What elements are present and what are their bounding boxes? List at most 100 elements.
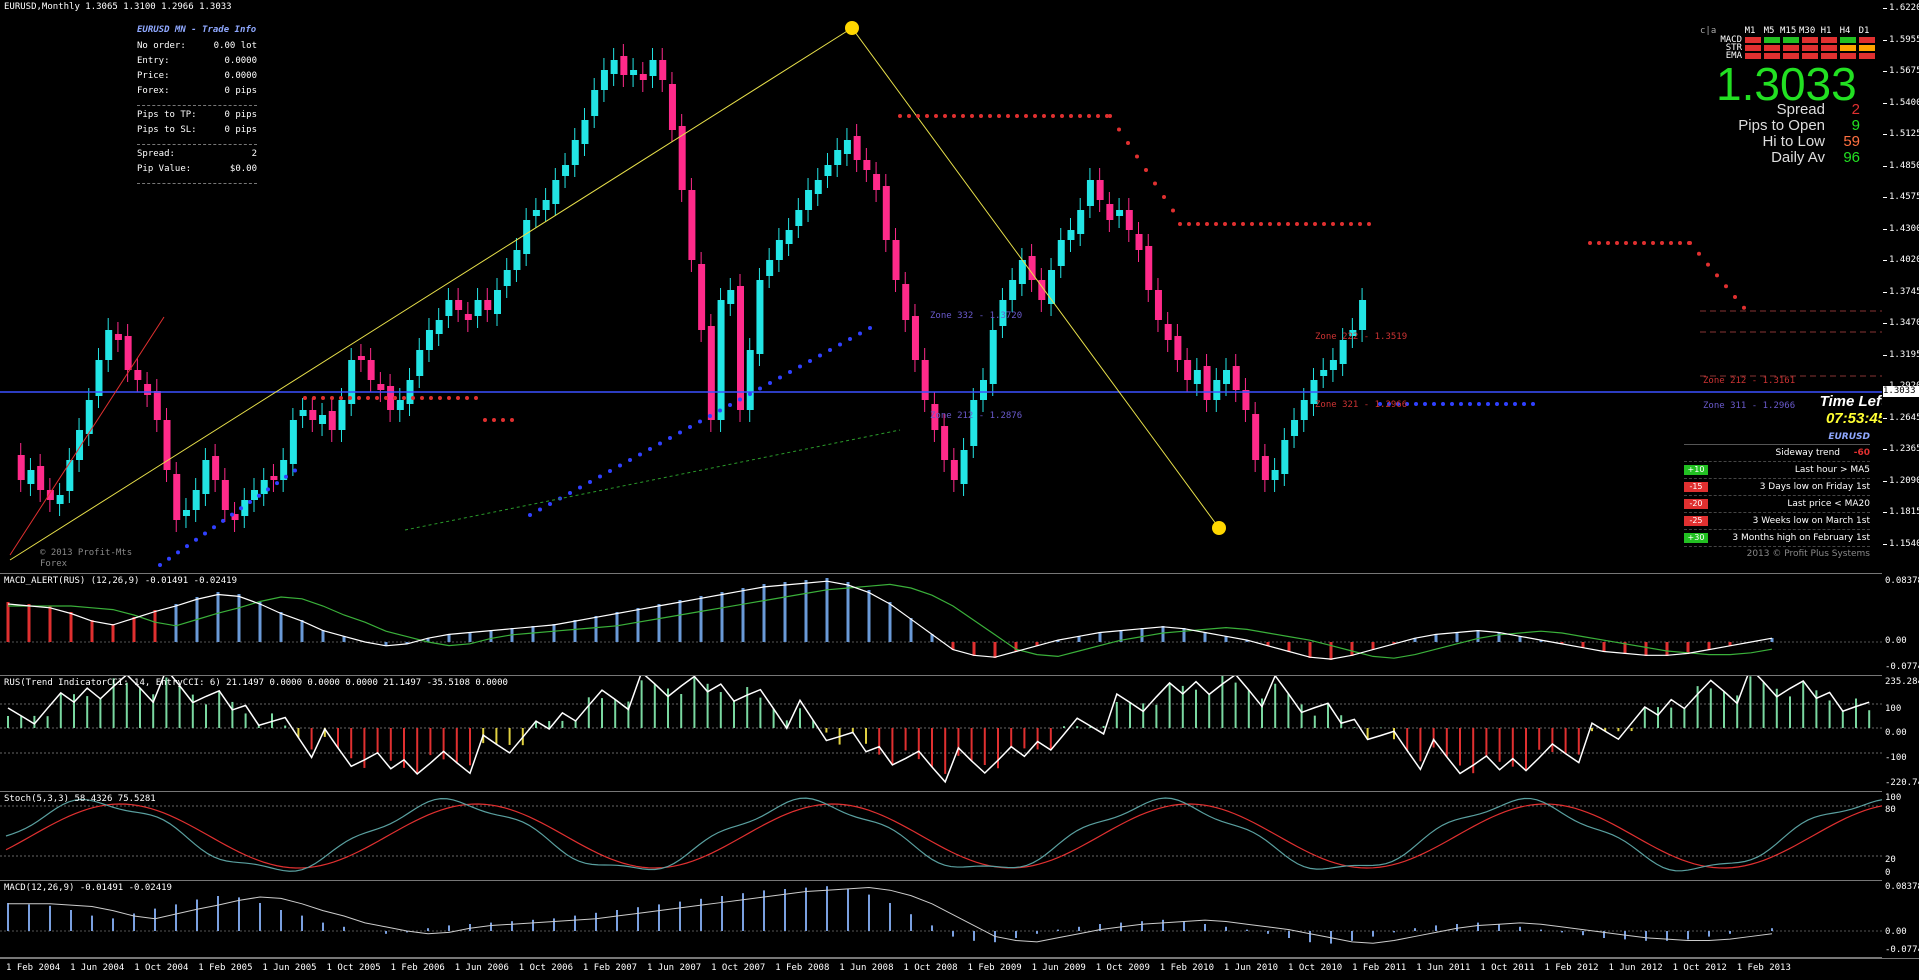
signal-row: -15 3 Days low on Friday 1st bbox=[1684, 479, 1870, 496]
macd-alert-pane[interactable]: MACD_ALERT(RUS) (12,26,9) -0.01491 -0.02… bbox=[0, 574, 1882, 676]
candle-body bbox=[435, 320, 443, 334]
stop-dot bbox=[1522, 402, 1526, 406]
stop-dot bbox=[668, 436, 672, 440]
stop-dot bbox=[1087, 114, 1091, 118]
scale-label: -100 bbox=[1885, 753, 1907, 763]
stat-label: Spread bbox=[1776, 101, 1825, 118]
stat-value: 2 bbox=[1851, 101, 1860, 118]
scale-label: 0.00 bbox=[1885, 927, 1907, 937]
main-price-scale[interactable]: 1.6220 1.5955 1.5675 1.5400 1.5125 1.4850 1.45… bbox=[1883, 0, 1919, 573]
candle-body bbox=[960, 450, 968, 484]
stop-dot bbox=[1742, 305, 1746, 310]
stop-dot bbox=[1015, 114, 1019, 118]
stop-dot bbox=[483, 418, 487, 422]
scale-tick bbox=[1883, 134, 1887, 135]
stop-dot bbox=[1304, 222, 1308, 226]
stat-label: Daily Av bbox=[1771, 149, 1825, 166]
stop-dot bbox=[1060, 114, 1064, 118]
trend-row: Sideway trend -60 bbox=[1684, 445, 1870, 462]
timeframe-signal-cell bbox=[1821, 37, 1837, 43]
candle-body bbox=[785, 230, 793, 244]
price-scale-label: 1.3195 bbox=[1889, 349, 1919, 360]
macd-alert-histogram bbox=[0, 578, 1882, 660]
stop-dot bbox=[339, 396, 343, 400]
candle-body bbox=[192, 490, 200, 510]
stop-dot bbox=[898, 114, 902, 118]
stop-dot bbox=[1295, 222, 1299, 226]
stop-dot bbox=[1441, 402, 1445, 406]
price-scale-label: 1.5955 bbox=[1889, 34, 1919, 45]
stop-dot bbox=[456, 396, 460, 400]
stop-dot bbox=[1250, 222, 1254, 226]
price-scale-label: 1.2645 bbox=[1889, 412, 1919, 423]
candle-body bbox=[911, 316, 919, 360]
candle-body bbox=[182, 510, 190, 516]
stop-dot bbox=[1277, 222, 1281, 226]
trade-info-row: Spread: 2 bbox=[137, 149, 257, 164]
candle-body bbox=[445, 300, 453, 316]
macd-pane[interactable]: MACD(12,26,9) -0.01491 -0.02419 bbox=[0, 881, 1882, 958]
stop-dot bbox=[952, 114, 956, 118]
candle-body bbox=[212, 456, 220, 480]
price-scale-label: 1.6220 bbox=[1889, 3, 1919, 13]
stop-dot bbox=[474, 396, 478, 400]
trend-cci-pane[interactable]: RUS(Trend IndicatorCCI: 14, EntryCCI: 6)… bbox=[0, 676, 1882, 792]
stop-dot bbox=[1331, 222, 1335, 226]
candle-body bbox=[1242, 390, 1250, 410]
scale-label: 0.00 bbox=[1885, 728, 1907, 738]
stop-dot bbox=[798, 364, 802, 369]
time-axis-label: 1 Feb 2007 bbox=[582, 963, 638, 973]
timeframe-signal-cell bbox=[1840, 45, 1856, 51]
main-chart-pane[interactable]: EURUSD,Monthly 1.3065 1.3100 1.2966 1.30… bbox=[0, 0, 1882, 574]
candle-body bbox=[1154, 290, 1162, 320]
stop-dot bbox=[239, 506, 243, 511]
candlestick-chart[interactable] bbox=[0, 0, 1882, 573]
stop-dot bbox=[1495, 402, 1499, 406]
stop-dot bbox=[1286, 222, 1290, 226]
stop-dot bbox=[167, 556, 171, 561]
scale-tick bbox=[1883, 39, 1887, 41]
candle-body bbox=[756, 280, 764, 354]
price-scale-label: 1.4300 bbox=[1889, 223, 1919, 234]
signal-score-badge: +30 bbox=[1684, 533, 1708, 543]
candle-body bbox=[396, 400, 404, 410]
candle-body bbox=[532, 210, 540, 216]
timeframe-column-h4: H4 bbox=[1839, 26, 1851, 36]
zone-label: Zone 321 - 1.2966 bbox=[1315, 400, 1408, 410]
timeframe-corner-label: c|a bbox=[1700, 26, 1717, 36]
stop-dot bbox=[402, 396, 406, 400]
timeframe-column-h1: H1 bbox=[1820, 26, 1832, 36]
timeframe-signal-cell bbox=[1764, 45, 1780, 51]
candle-body bbox=[153, 391, 161, 420]
stop-dot bbox=[384, 396, 388, 400]
scale-label: -220.7427 bbox=[1885, 778, 1919, 788]
scale-tick bbox=[1883, 197, 1887, 198]
signal-text: 3 Months high on February 1st bbox=[1732, 533, 1870, 543]
stop-dot bbox=[1144, 168, 1148, 172]
stop-dot bbox=[728, 403, 732, 407]
candle-body bbox=[950, 460, 958, 480]
stop-dot bbox=[1642, 241, 1646, 245]
stochastic-oscillator bbox=[0, 797, 1882, 872]
candle-body bbox=[1339, 340, 1347, 364]
price-scale-label: 1.3745 bbox=[1889, 286, 1919, 297]
candle-body bbox=[834, 150, 842, 165]
stop-dot bbox=[1606, 241, 1610, 245]
timeframe-signal-cell bbox=[1802, 37, 1818, 43]
trade-info-panel: EURUSD MN - Trade Info No order: 0.00 lot… bbox=[137, 25, 257, 188]
stop-dot bbox=[1187, 222, 1191, 226]
time-left-label: Time Left bbox=[1819, 393, 1882, 410]
candle-body bbox=[843, 140, 851, 154]
timeframe-column-m15: M15 bbox=[1780, 26, 1797, 36]
stochastic-pane[interactable]: Stoch(5,3,3) 58.4326 75.5281 bbox=[0, 792, 1882, 881]
signal-text: 3 Weeks low on March 1st bbox=[1752, 516, 1870, 526]
scale-label: 0.00 bbox=[1885, 636, 1907, 646]
stop-dot bbox=[1042, 114, 1046, 118]
macd-alert-scale: 0.08378 0.00 -0.07744 bbox=[1883, 574, 1919, 675]
stop-dot bbox=[1651, 241, 1655, 245]
time-axis-label: 1 Jun 2008 bbox=[839, 963, 894, 973]
timeframe-signal-cell bbox=[1859, 37, 1875, 43]
stop-dot bbox=[758, 386, 762, 391]
candle-body bbox=[688, 190, 696, 260]
candle-body bbox=[523, 220, 531, 254]
